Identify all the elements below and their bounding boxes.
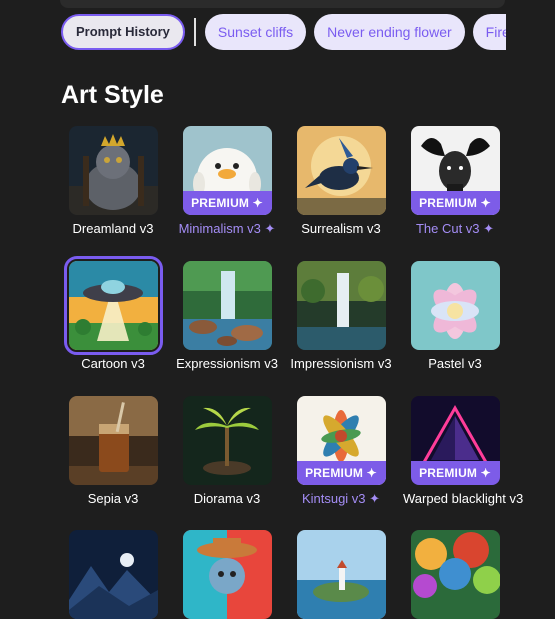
premium-badge: PREMIUM ✦	[410, 191, 500, 215]
duck-image: PREMIUM ✦	[182, 126, 272, 215]
moose-engraving-image: PREMIUM ✦	[410, 126, 500, 215]
style-label: Sepia v3	[87, 491, 139, 506]
style-card-surrealism[interactable]: Surrealism v3	[289, 126, 393, 236]
chip-sunset-cliffs[interactable]: Sunset cliffs	[204, 14, 307, 50]
ornate-flower-image: PREMIUM ✦	[296, 396, 386, 485]
lotus-flower-image	[410, 261, 500, 350]
style-label: Kintsugi v3 ✦	[301, 491, 381, 506]
crowned-cat-image	[68, 126, 158, 215]
night-mountains-image	[68, 530, 158, 619]
style-card-row4-4[interactable]	[403, 530, 507, 619]
rainbow-forest-image	[410, 530, 500, 619]
style-label: The Cut v3 ✦	[415, 221, 495, 236]
cowboy-bear-image	[182, 530, 272, 619]
style-card-cartoon[interactable]: Cartoon v3	[61, 256, 165, 371]
neon-pyramid-image: PREMIUM ✦	[410, 396, 500, 485]
style-card-row4-2[interactable]	[175, 530, 279, 619]
style-card-impressionism[interactable]: Impressionism v3	[289, 261, 393, 371]
premium-badge: PREMIUM ✦	[410, 461, 500, 485]
style-card-kintsugi[interactable]: PREMIUM ✦ Kintsugi v3 ✦	[289, 396, 393, 507]
style-card-expressionism[interactable]: Expressionism v3	[175, 261, 279, 371]
style-card-sepia[interactable]: Sepia v3	[61, 396, 165, 506]
palm-diorama-image	[182, 396, 272, 485]
painted-waterfall-image	[296, 261, 386, 350]
style-label: Dreamland v3	[72, 221, 154, 236]
style-card-warped-blacklight[interactable]: PREMIUM ✦ Warped blacklight v3	[403, 396, 524, 506]
style-label: Minimalism v3 ✦	[178, 221, 276, 236]
waterfall-forest-image	[182, 261, 272, 350]
style-card-dreamland[interactable]: Dreamland v3	[61, 126, 165, 236]
style-card-pastel[interactable]: Pastel v3	[403, 261, 507, 371]
prompt-history-button[interactable]: Prompt History	[61, 14, 185, 50]
top-scroll-edge	[60, 0, 505, 8]
section-title: Art Style	[61, 81, 164, 109]
premium-badge: PREMIUM ✦	[296, 461, 386, 485]
style-label: Cartoon v3	[81, 356, 145, 371]
style-card-row4-1[interactable]	[61, 530, 165, 619]
premium-badge: PREMIUM ✦	[182, 191, 272, 215]
chip-never-ending-flower[interactable]: Never ending flower	[314, 14, 465, 50]
prompt-chip-row: Prompt History Sunset cliffs Never endin…	[61, 13, 506, 51]
chip-fire-and-w[interactable]: Fire and w	[472, 14, 506, 50]
style-label: Diorama v3	[193, 491, 261, 506]
style-label: Warped blacklight v3	[403, 491, 524, 506]
style-card-row4-3[interactable]	[289, 530, 393, 619]
style-label: Expressionism v3	[176, 356, 278, 371]
style-label: Impressionism v3	[290, 356, 392, 371]
iced-drink-image	[68, 396, 158, 485]
style-card-the-cut[interactable]: PREMIUM ✦ The Cut v3 ✦	[403, 126, 507, 237]
ufo-landscape-image	[63, 256, 163, 355]
style-label: Surrealism v3	[301, 221, 381, 236]
blue-bird-image	[296, 126, 386, 215]
style-card-diorama[interactable]: Diorama v3	[175, 396, 279, 506]
style-card-minimalism[interactable]: PREMIUM ✦ Minimalism v3 ✦	[175, 126, 279, 237]
coastal-lighthouse-image	[296, 530, 386, 619]
style-label: Pastel v3	[428, 356, 482, 371]
chip-divider	[193, 18, 196, 46]
